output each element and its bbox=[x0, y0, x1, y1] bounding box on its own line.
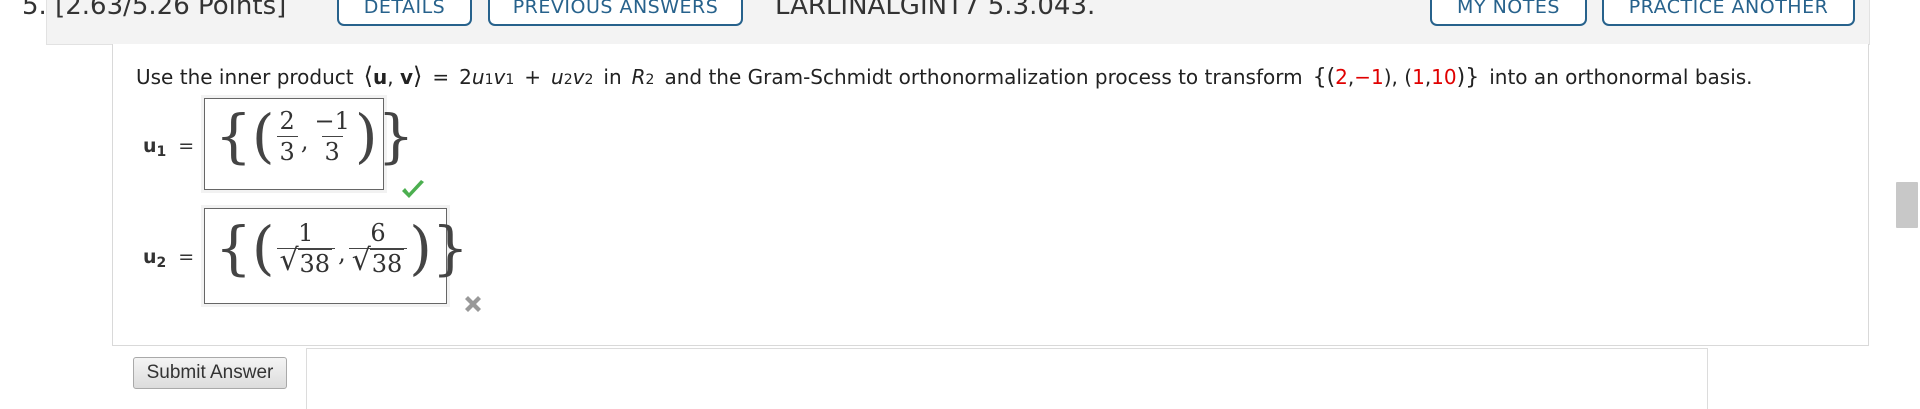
square-root: √ 38 bbox=[351, 242, 405, 278]
response-area bbox=[306, 348, 1708, 409]
u2-expression: {( 1 √ 38 , 6 √ 38 )} bbox=[215, 214, 469, 282]
u1-answer-box[interactable]: {( 2 3 , −1 3 )} bbox=[201, 95, 414, 193]
u1-expression: {( 2 3 , −1 3 )} bbox=[215, 102, 415, 170]
fraction: −1 3 bbox=[314, 106, 350, 166]
details-button[interactable]: DETAILS bbox=[337, 0, 472, 26]
previous-answers-button[interactable]: PREVIOUS ANSWERS bbox=[488, 0, 743, 26]
practice-another-button[interactable]: PRACTICE ANOTHER bbox=[1602, 0, 1855, 26]
fraction: 1 √ 38 bbox=[276, 221, 336, 278]
u2-answer-box[interactable]: {( 1 √ 38 , 6 √ 38 )} bbox=[201, 205, 469, 307]
correct-check-icon bbox=[402, 180, 424, 198]
u2-label: u2 = bbox=[143, 246, 195, 271]
fraction: 2 3 bbox=[276, 109, 298, 164]
u1-label: u1 = bbox=[143, 135, 195, 160]
question-id: LARLINALGINT7 5.3.043. bbox=[775, 0, 1096, 21]
fraction: 6 √ 38 bbox=[348, 221, 408, 278]
my-notes-button[interactable]: MY NOTES bbox=[1430, 0, 1587, 26]
question-number: 5. [2.63/5.26 Points] bbox=[22, 0, 287, 21]
scrollbar-thumb[interactable] bbox=[1896, 182, 1918, 228]
question-prompt: Use the inner product ⟨ u , v ⟩ = 2u1v1 … bbox=[136, 62, 1753, 90]
square-root: √ 38 bbox=[279, 242, 333, 278]
incorrect-x-icon bbox=[465, 296, 481, 312]
submit-answer-button[interactable]: Submit Answer bbox=[133, 357, 287, 389]
